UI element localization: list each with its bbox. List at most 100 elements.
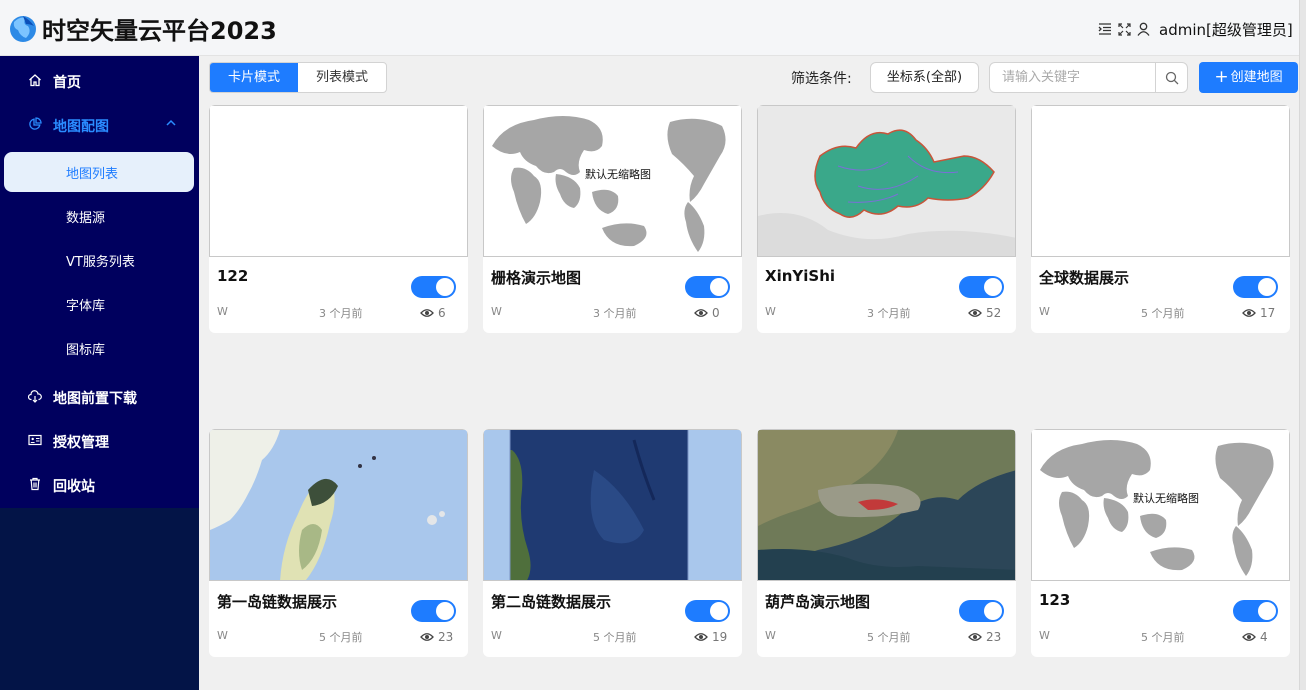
map-enabled-toggle[interactable] [959,276,1004,298]
home-icon [29,74,41,87]
search-button[interactable] [1155,63,1187,92]
map-thumbnail[interactable] [757,429,1016,581]
map-enabled-toggle[interactable] [685,276,730,298]
map-card[interactable]: 第一岛链数据展示 W 5 个月前 23 [209,429,468,657]
map-updated-time: 5 个月前 [593,631,637,644]
app-title: 时空矢量云平台2023 [42,17,277,45]
sidebar-subitem-label: 数据源 [66,211,106,226]
pie-chart-icon [29,117,42,130]
map-card[interactable]: XinYiShi W 3 个月前 52 [757,105,1016,333]
sidebar-item-map-styling[interactable]: 地图配图 [0,102,199,146]
sidebar-subitem-datasource[interactable]: 数据源 [0,196,199,236]
view-count: 4 [1242,630,1268,644]
map-name[interactable]: 栅格演示地图 [491,267,581,288]
map-enabled-toggle[interactable] [411,276,456,298]
list-mode-button[interactable]: 列表模式 [298,63,386,92]
map-updated-time: 5 个月前 [1141,631,1185,644]
map-name[interactable]: 123 [1039,591,1070,609]
map-updated-time: 3 个月前 [593,307,637,320]
eye-icon [420,309,434,317]
view-count-value: 52 [986,306,1002,320]
create-map-button[interactable]: + 创建地图 [1199,62,1298,93]
map-card[interactable]: 默认无缩略图 123 W 5 个月前 4 [1031,429,1290,657]
map-card[interactable]: 第二岛链数据展示 W 5 个月前 19 [483,429,742,657]
sidebar-subitem-icon-library[interactable]: 图标库 [0,328,199,368]
map-thumbnail[interactable] [483,429,742,581]
view-count: 19 [694,630,727,644]
eye-icon [420,633,434,641]
sidebar-item-predownload[interactable]: 地图前置下载 [0,374,199,418]
view-count: 0 [694,306,720,320]
map-thumbnail[interactable] [209,105,468,257]
fullscreen-icon[interactable] [1118,22,1131,36]
view-count-value: 0 [712,306,720,320]
eye-icon [1242,309,1256,317]
map-name[interactable]: 122 [217,267,248,285]
sidebar-subitem-map-list[interactable]: 地图列表 [4,152,194,192]
map-updated-time: 5 个月前 [1141,307,1185,320]
map-owner: W [491,305,502,318]
view-count-value: 17 [1260,306,1276,320]
no-thumbnail-label: 默认无缩略图 [585,167,651,181]
map-updated-time: 3 个月前 [319,307,363,320]
app-header: 时空矢量云平台2023 admin[超级管理员] [0,0,1306,56]
map-updated-time: 5 个月前 [319,631,363,644]
no-thumbnail-label: 默认无缩略图 [1133,491,1199,505]
eye-icon [1242,633,1256,641]
map-thumbnail[interactable] [1031,105,1290,257]
map-card[interactable]: 葫芦岛演示地图 W 5 个月前 23 [757,429,1016,657]
sidebar: 首页 地图配图 地图列表 数据源 VT服务列表 字体库 图标库 地图前置下载 授… [0,56,199,690]
scrollbar[interactable] [1299,0,1306,690]
sidebar-item-label: 地图前置下载 [53,391,137,407]
trash-icon [30,477,40,491]
sidebar-item-label: 地图配图 [53,119,109,135]
sidebar-item-label: 授权管理 [53,435,109,451]
map-enabled-toggle[interactable] [959,600,1004,622]
view-count: 6 [420,306,446,320]
map-name[interactable]: 第一岛链数据展示 [217,591,337,612]
map-name[interactable]: XinYiShi [765,267,835,285]
sidebar-item-label: 首页 [53,75,81,91]
card-mode-button[interactable]: 卡片模式 [210,63,298,92]
map-card[interactable]: 默认无缩略图栅格演示地图 W 3 个月前 0 [483,105,742,333]
coordinate-system-select[interactable]: 坐标系(全部) [870,62,979,93]
sidebar-subitem-vt-service[interactable]: VT服务列表 [0,240,199,280]
sidebar-item-home[interactable]: 首页 [0,58,199,102]
view-count-value: 23 [986,630,1002,644]
map-thumbnail[interactable]: 默认无缩略图 [1031,429,1290,581]
user-name[interactable]: admin[超级管理员] [1159,19,1293,40]
map-thumbnail[interactable] [209,429,468,581]
map-enabled-toggle[interactable] [1233,276,1278,298]
map-owner: W [491,629,502,642]
map-updated-time: 5 个月前 [867,631,911,644]
search-box [989,62,1188,93]
map-enabled-toggle[interactable] [1233,600,1278,622]
map-thumbnail[interactable] [757,105,1016,257]
menu-fold-icon[interactable] [1098,23,1112,35]
sidebar-item-recycle-bin[interactable]: 回收站 [0,462,199,506]
eye-icon [694,633,708,641]
search-input[interactable] [990,63,1157,92]
cloud-download-icon [28,390,42,403]
map-name[interactable]: 葫芦岛演示地图 [765,591,870,612]
user-icon [1137,22,1150,36]
view-count: 52 [968,306,1001,320]
sidebar-subitem-label: 字体库 [66,299,106,314]
chevron-up-icon [166,119,176,126]
map-thumbnail[interactable]: 默认无缩略图 [483,105,742,257]
sidebar-subitem-label: VT服务列表 [66,255,135,270]
map-name[interactable]: 第二岛链数据展示 [491,591,611,612]
map-owner: W [1039,305,1050,318]
map-enabled-toggle[interactable] [685,600,730,622]
sidebar-subitem-label: 图标库 [66,343,106,358]
sidebar-item-label: 回收站 [53,479,95,495]
map-owner: W [217,305,228,318]
filter-label: 筛选条件: [791,71,852,87]
map-card[interactable]: 122 W 3 个月前 6 [209,105,468,333]
map-name[interactable]: 全球数据展示 [1039,267,1129,288]
map-enabled-toggle[interactable] [411,600,456,622]
map-card[interactable]: 全球数据展示 W 5 个月前 17 [1031,105,1290,333]
sidebar-item-authorization[interactable]: 授权管理 [0,418,199,462]
sidebar-subitem-font-library[interactable]: 字体库 [0,284,199,324]
view-count-value: 23 [438,630,454,644]
